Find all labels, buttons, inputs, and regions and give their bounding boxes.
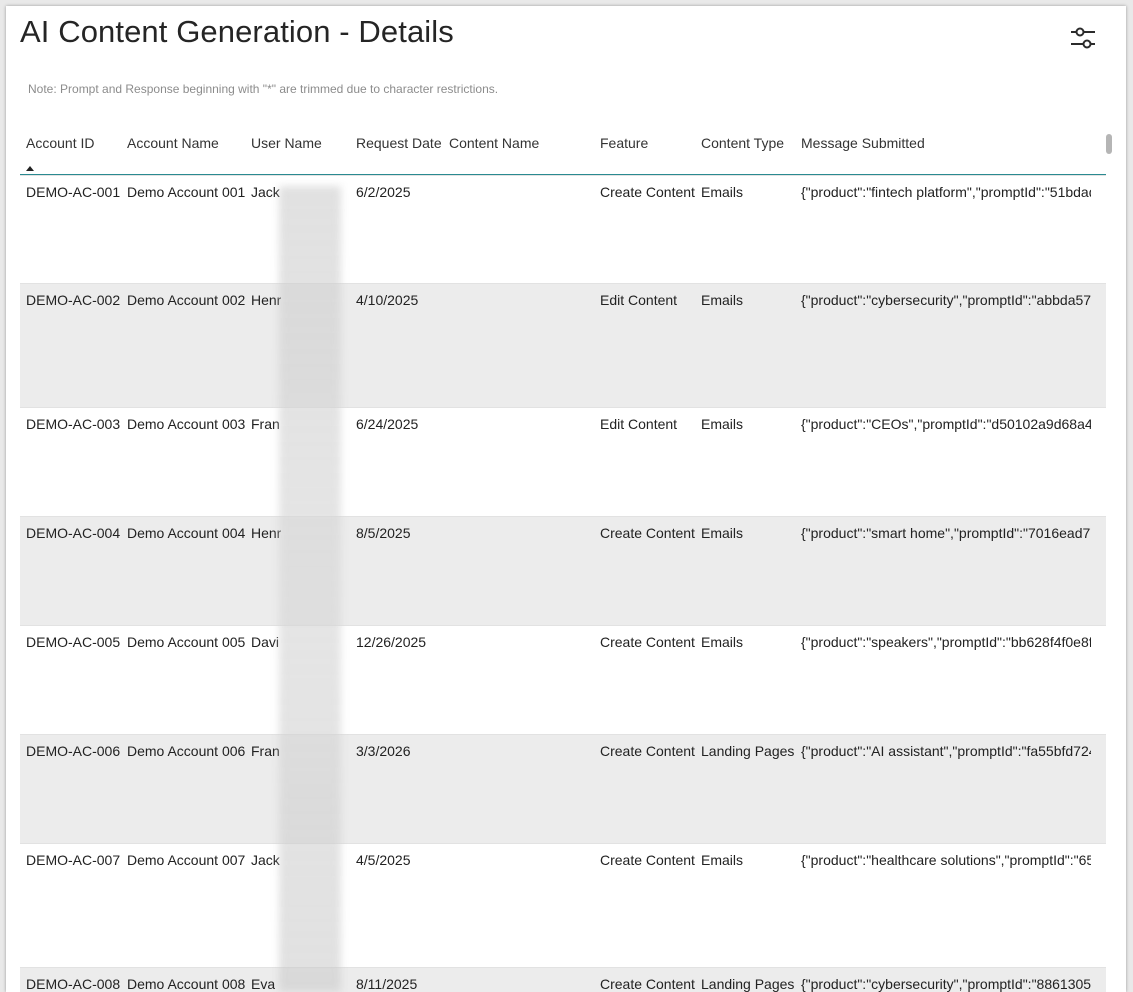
trim-note: Note: Prompt and Response beginning with… xyxy=(28,82,499,96)
account-id-cell: DEMO-AC-001 xyxy=(26,184,121,200)
account-id-cell: DEMO-AC-004 xyxy=(26,525,121,541)
report-panel: AI Content Generation - Details Note: Pr… xyxy=(6,6,1126,992)
content-type-cell: Landing Pages xyxy=(701,976,795,992)
table-row[interactable]: DEMO-AC-006 Demo Account 006 Fran 3/3/20… xyxy=(20,734,1106,843)
account-name-cell: Demo Account 008 xyxy=(127,976,246,992)
table-row[interactable]: DEMO-AC-001 Demo Account 001 Jack 6/2/20… xyxy=(20,175,1106,283)
request-date-cell: 6/2/2025 xyxy=(356,184,411,200)
content-type-cell: Landing Pages xyxy=(701,743,795,759)
column-header-message-submitted[interactable]: Message Submitted xyxy=(801,135,925,151)
column-header-account-id[interactable]: Account ID xyxy=(26,135,94,151)
column-header-content-type[interactable]: Content Type xyxy=(701,135,784,151)
account-id-cell: DEMO-AC-003 xyxy=(26,416,121,432)
message-cell: {"product":"smart home","promptId":"7016… xyxy=(801,525,1091,541)
filter-settings-button[interactable] xyxy=(1066,22,1100,56)
request-date-cell: 8/5/2025 xyxy=(356,525,411,541)
feature-cell: Create Content xyxy=(600,525,695,541)
user-name-cell: Henr xyxy=(251,292,282,308)
scrollbar-thumb[interactable] xyxy=(1106,134,1112,154)
table-body: DEMO-AC-001 Demo Account 001 Jack 6/2/20… xyxy=(20,175,1106,992)
account-id-cell: DEMO-AC-008 xyxy=(26,976,121,992)
column-header-user-name[interactable]: User Name xyxy=(251,135,322,151)
request-date-cell: 8/11/2025 xyxy=(356,976,418,992)
feature-cell: Create Content xyxy=(600,184,695,200)
column-header-content-name[interactable]: Content Name xyxy=(449,135,539,151)
content-type-cell: Emails xyxy=(701,525,744,541)
message-cell: {"product":"cybersecurity","promptId":"a… xyxy=(801,292,1091,308)
table-row[interactable]: DEMO-AC-008 Demo Account 008 Eva 8/11/20… xyxy=(20,967,1106,992)
user-name-cell: Eva xyxy=(251,976,276,992)
column-header-feature[interactable]: Feature xyxy=(600,135,648,151)
table-row[interactable]: DEMO-AC-003 Demo Account 003 Fran 6/24/2… xyxy=(20,407,1106,516)
message-cell: {"product":"AI assistant","promptId":"fa… xyxy=(801,743,1091,759)
request-date-cell: 4/10/2025 xyxy=(356,292,419,308)
feature-cell: Edit Content xyxy=(600,292,678,308)
feature-cell: Create Content xyxy=(600,634,695,650)
message-cell: {"product":"cybersecurity","promptId":"8… xyxy=(801,976,1091,992)
user-name-cell: Jack xyxy=(251,184,280,200)
content-type-cell: Emails xyxy=(701,852,744,868)
account-name-cell: Demo Account 006 xyxy=(127,743,246,759)
request-date-cell: 6/24/2025 xyxy=(356,416,419,432)
feature-cell: Create Content xyxy=(600,852,695,868)
account-name-cell: Demo Account 004 xyxy=(127,525,246,541)
table-row[interactable]: DEMO-AC-005 Demo Account 005 Davi 12/26/… xyxy=(20,625,1106,734)
account-id-cell: DEMO-AC-006 xyxy=(26,743,121,759)
user-name-cell: Jack xyxy=(251,852,280,868)
account-id-cell: DEMO-AC-002 xyxy=(26,292,121,308)
account-name-cell: Demo Account 002 xyxy=(127,292,246,308)
account-name-cell: Demo Account 001 xyxy=(127,184,246,200)
message-cell: {"product":"speakers","promptId":"bb628f… xyxy=(801,634,1091,650)
request-date-cell: 3/3/2026 xyxy=(356,743,411,759)
account-id-cell: DEMO-AC-005 xyxy=(26,634,121,650)
account-name-cell: Demo Account 003 xyxy=(127,416,246,432)
column-header-account-name[interactable]: Account Name xyxy=(127,135,219,151)
message-cell: {"product":"healthcare solutions","promp… xyxy=(801,852,1091,868)
sort-ascending-icon[interactable] xyxy=(26,166,34,171)
feature-cell: Edit Content xyxy=(600,416,678,432)
account-name-cell: Demo Account 005 xyxy=(127,634,246,650)
feature-cell: Create Content xyxy=(600,743,695,759)
page-title: AI Content Generation - Details xyxy=(20,14,454,49)
content-type-cell: Emails xyxy=(701,416,744,432)
message-cell: {"product":"CEOs","promptId":"d50102a9d6… xyxy=(801,416,1091,432)
content-type-cell: Emails xyxy=(701,292,744,308)
user-name-cell: Fran xyxy=(251,743,280,759)
column-header-request-date[interactable]: Request Date xyxy=(356,135,442,151)
vertical-scrollbar[interactable] xyxy=(1106,134,1112,992)
table-row[interactable]: DEMO-AC-002 Demo Account 002 Henr 4/10/2… xyxy=(20,283,1106,407)
table-row[interactable]: DEMO-AC-007 Demo Account 007 Jack 4/5/20… xyxy=(20,843,1106,967)
table-header: Account ID Account Name User Name Reques… xyxy=(20,129,1106,175)
user-name-cell: Fran xyxy=(251,416,280,432)
request-date-cell: 12/26/2025 xyxy=(356,634,427,650)
content-type-cell: Emails xyxy=(701,634,744,650)
content-type-cell: Emails xyxy=(701,184,744,200)
user-name-cell: Davi xyxy=(251,634,280,650)
sliders-icon xyxy=(1071,27,1095,49)
table-row[interactable]: DEMO-AC-004 Demo Account 004 Henr 8/5/20… xyxy=(20,516,1106,625)
account-name-cell: Demo Account 007 xyxy=(127,852,246,868)
feature-cell: Create Content xyxy=(600,976,695,992)
account-id-cell: DEMO-AC-007 xyxy=(26,852,121,868)
request-date-cell: 4/5/2025 xyxy=(356,852,411,868)
user-name-cell: Henr xyxy=(251,525,282,541)
message-cell: {"product":"fintech platform","promptId"… xyxy=(801,184,1091,200)
